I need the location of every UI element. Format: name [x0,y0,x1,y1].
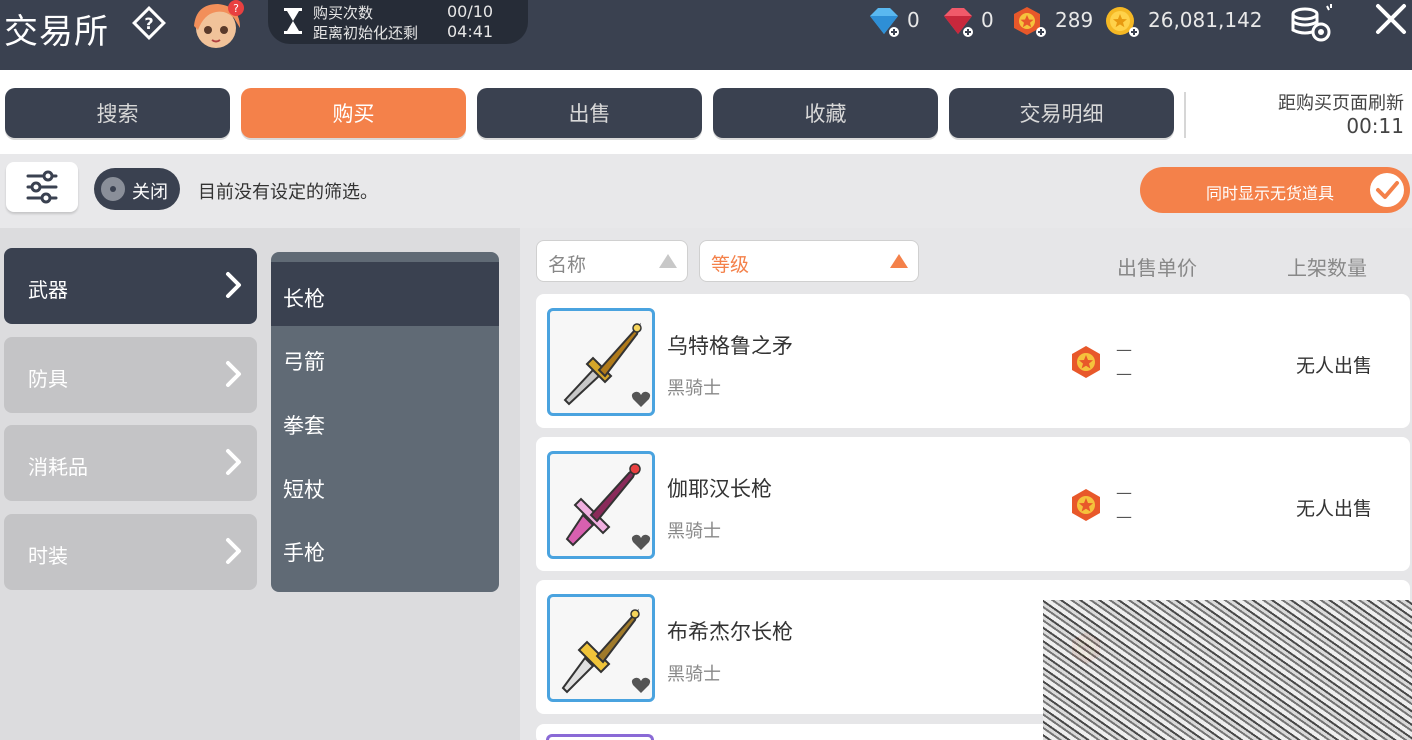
listing-status: 无人出售 [1296,355,1373,377]
obscured-region [1043,600,1412,740]
check-icon[interactable] [1368,171,1406,209]
sort-level-label: 等级 [711,254,750,276]
filter-settings-button[interactable] [6,162,78,212]
chevron-right-icon [226,361,241,387]
filter-toggle-label: 关闭 [132,182,168,203]
svg-text:?: ? [144,14,153,33]
tab-divider [1184,92,1186,138]
star-medal-icon [1072,346,1100,378]
column-header-price: 出售单价 [1117,256,1197,280]
tab-sell[interactable]: 出售 [477,88,702,138]
price-placeholder: — [1116,507,1132,526]
sort-arrow-icon [890,254,908,268]
listing-status: 无人出售 [1296,498,1373,520]
blue-diamond-count: 0 [907,8,920,32]
category-label: 消耗品 [28,455,88,479]
reset-timer: 04:41 [447,22,494,41]
item-class: 黑骑士 [667,521,721,542]
category-label: 防具 [28,367,68,391]
chevron-right-icon [226,449,241,475]
reset-label: 距离初始化还剩 [313,24,419,42]
tab-history[interactable]: 交易明细 [949,88,1174,138]
blue-diamond-icon[interactable] [866,6,902,38]
column-header-quantity: 上架数量 [1287,256,1367,280]
tab-favorites[interactable]: 收藏 [713,88,938,138]
category-label: 时装 [28,544,68,568]
item-class: 黑骑士 [667,664,721,685]
help-icon[interactable]: ? [130,4,168,42]
tab-buy[interactable]: 购买 [241,88,466,138]
subcategory-spear[interactable]: 长枪 [283,283,325,313]
item-row[interactable] [536,437,1410,571]
chevron-right-icon [226,538,241,564]
item-name: 伽耶汉长枪 [667,477,772,501]
filter-status-text: 目前没有设定的筛选。 [198,182,378,203]
star-medal-icon[interactable] [1011,6,1049,38]
sort-arrow-icon [659,254,677,268]
gold-coin-count: 26,081,142 [1148,8,1263,32]
avatar[interactable]: ? [186,0,250,50]
item-icon-frame[interactable] [546,734,654,740]
subcategory-wand[interactable]: 短杖 [283,474,325,504]
price-placeholder: — [1116,364,1132,383]
refresh-timer: 00:11 [1346,114,1404,138]
purchase-count-label: 购买次数 [313,4,374,22]
price-placeholder: — [1116,483,1132,502]
item-name: 布希杰尔长枪 [667,620,793,644]
coin-settings-icon[interactable] [1283,0,1335,44]
tab-search[interactable]: 搜索 [5,88,230,138]
subcategory-knuckle[interactable]: 拳套 [283,410,325,440]
category-label: 武器 [28,278,68,302]
red-gem-icon[interactable] [940,6,976,38]
price-placeholder: — [1116,340,1132,359]
star-medal-icon [1072,489,1100,521]
purchase-count-value: 00/10 [447,2,494,21]
svg-text:?: ? [233,2,239,15]
refresh-label: 距购买页面刷新 [1278,93,1404,114]
red-gem-count: 0 [981,8,994,32]
sliders-icon [26,170,58,204]
subcategory-gun[interactable]: 手枪 [283,537,325,567]
toggle-knob [98,174,128,204]
star-medal-count: 289 [1055,8,1094,32]
item-class: 黑骑士 [667,378,721,399]
subcategory-bow[interactable]: 弓箭 [283,346,325,376]
close-icon[interactable] [1370,0,1410,40]
chevron-right-icon [226,272,241,298]
page-title: 交易所 [4,12,109,52]
show-out-of-stock-label: 同时显示无货道具 [1206,184,1335,203]
gold-coin-icon[interactable] [1104,6,1142,38]
item-name: 乌特格鲁之矛 [667,334,793,358]
heart-icon[interactable] [631,533,651,551]
sort-name-label: 名称 [548,254,587,276]
hourglass-icon [284,8,302,34]
heart-icon[interactable] [631,676,651,694]
heart-icon[interactable] [631,390,651,408]
item-row[interactable] [536,294,1410,428]
